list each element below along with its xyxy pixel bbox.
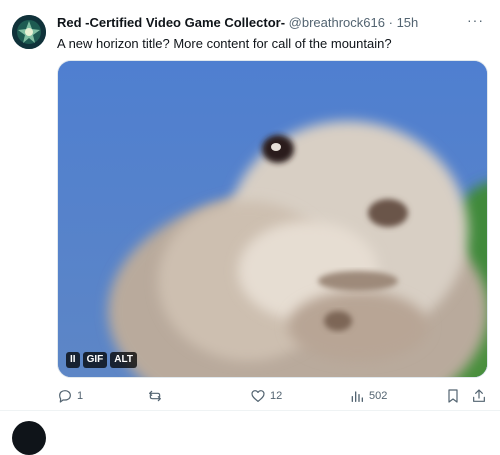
gif-image [58,61,487,377]
analytics-icon [351,391,363,402]
heart-icon [251,390,265,402]
share-button[interactable] [471,386,487,406]
post-time[interactable]: 15h [397,15,419,30]
reply-count: 1 [77,390,84,402]
avatar[interactable] [12,15,46,49]
more-options-icon[interactable]: ··· [467,12,484,28]
views-button[interactable]: 502 [349,386,387,406]
bookmark-icon [448,389,458,403]
avatar-image [12,15,46,49]
share-icon [473,389,485,402]
next-post-avatar[interactable] [12,421,46,455]
pause-button[interactable]: II [66,352,80,368]
media-badges: II GIF ALT [66,352,137,368]
gif-badge: GIF [82,352,108,368]
post[interactable]: Red -Certified Video Game Collector- @br… [0,0,500,405]
bookmark-button[interactable] [445,386,461,406]
author-handle[interactable]: @breathrock616 [289,15,385,30]
repost-button[interactable] [147,386,167,406]
separator-dot: · [388,15,393,30]
like-count: 12 [270,390,283,402]
reply-icon [59,390,71,403]
post-media[interactable]: II GIF ALT [57,60,488,378]
post-divider [0,410,500,411]
post-text: A new horizon title? More content for ca… [57,36,392,51]
author-name[interactable]: Red -Certified Video Game Collector- [57,15,285,30]
alt-text-button[interactable]: ALT [110,352,137,368]
post-header: Red -Certified Video Game Collector- @br… [57,14,490,32]
reply-button[interactable]: 1 [57,386,83,406]
like-button[interactable]: 12 [250,386,282,406]
view-count: 502 [369,390,388,402]
action-bar: 1 12 502 [57,386,487,406]
repost-icon [149,390,161,402]
